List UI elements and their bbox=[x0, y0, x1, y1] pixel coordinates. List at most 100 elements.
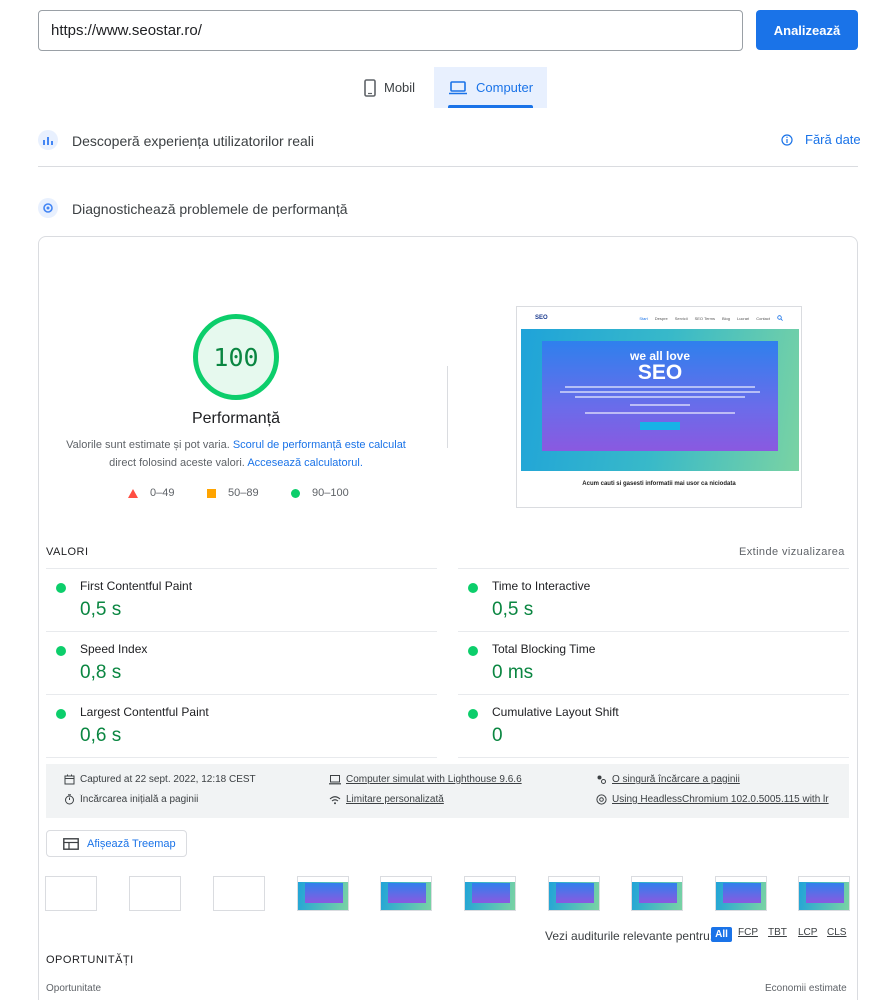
view-treemap-button[interactable]: Afișează Treemap bbox=[46, 830, 187, 857]
metric-label: First Contentful Paint bbox=[80, 579, 193, 593]
tab-desktop-label: Computer bbox=[476, 80, 534, 95]
calculator-link[interactable]: Accesează calculatorul. bbox=[247, 457, 363, 469]
single-page-load-label: O singură încărcare a paginii bbox=[612, 774, 740, 785]
metric-label: Total Blocking Time bbox=[492, 642, 596, 656]
network-throttling[interactable]: Limitare personalizată bbox=[329, 794, 589, 805]
preview-caption: Acum cauti si gasesti informatii mai uso… bbox=[582, 481, 736, 487]
pass-dot-icon bbox=[56, 646, 66, 656]
metric-label: Speed Index bbox=[80, 642, 148, 656]
metric-value: 0,6 s bbox=[80, 725, 122, 746]
legend-fail: 0–49 bbox=[128, 487, 174, 499]
pass-dot-icon bbox=[468, 709, 478, 719]
device-emulation[interactable]: Computer simulat with Lighthouse 9.6.6 bbox=[329, 774, 589, 785]
treemap-icon bbox=[63, 837, 79, 850]
preview-text-line bbox=[585, 412, 735, 414]
chrome-icon bbox=[596, 794, 607, 805]
preview-hero-button bbox=[640, 422, 680, 430]
url-input[interactable] bbox=[38, 10, 743, 51]
metric-label: Cumulative Layout Shift bbox=[492, 705, 619, 719]
filter-chip-cls[interactable]: CLS bbox=[827, 927, 846, 942]
filmstrip-frame bbox=[631, 876, 683, 911]
device-emulation-label: Computer simulat with Lighthouse 9.6.6 bbox=[346, 774, 522, 785]
captured-at-label: Captured at 22 sept. 2022, 12:18 CEST bbox=[80, 774, 256, 785]
opportunity-column-header: Oportunitate bbox=[46, 983, 102, 994]
metric-value: 0,5 s bbox=[80, 599, 122, 620]
preview-logo: SEO bbox=[535, 315, 548, 321]
legend-average-label: 50–89 bbox=[228, 487, 259, 499]
filmstrip-frame bbox=[715, 876, 767, 911]
tab-desktop[interactable]: Computer bbox=[434, 67, 547, 108]
preview-nav-item: Start bbox=[639, 315, 648, 321]
view-treemap-label: Afișează Treemap bbox=[87, 837, 176, 850]
pass-dot-icon bbox=[56, 583, 66, 593]
browser-info[interactable]: Using HeadlessChromium 102.0.5005.115 wi… bbox=[596, 794, 841, 805]
metric-tbt: Total Blocking Time 0 ms bbox=[458, 632, 849, 694]
performance-gauge[interactable]: 100 bbox=[193, 314, 279, 400]
estimated-savings-header: Economii estimate bbox=[765, 983, 847, 994]
preview-nav-item: Despre bbox=[654, 315, 668, 321]
pass-dot-icon bbox=[56, 709, 66, 719]
preview-nav: SEO Start Despre Servicii SEO Terms Blog… bbox=[517, 307, 801, 329]
initial-load: Încărcarea inițială a paginii bbox=[64, 794, 319, 805]
square-icon bbox=[207, 488, 216, 498]
desc-prefix: Valorile sunt estimate și pot varia. bbox=[66, 439, 233, 451]
legend-pass: 90–100 bbox=[291, 487, 349, 499]
preview-nav-item: Servicii bbox=[674, 315, 688, 321]
metric-label: Time to Interactive bbox=[492, 579, 591, 593]
expand-view-toggle[interactable]: Extinde vizualizarea bbox=[739, 546, 845, 558]
vertical-separator bbox=[447, 366, 448, 448]
performance-score: 100 bbox=[213, 342, 259, 372]
filmstrip-frame bbox=[297, 876, 349, 911]
field-data-icon bbox=[38, 130, 58, 150]
audit-filter-label: Vezi auditurile relevante pentru: bbox=[545, 929, 714, 943]
final-screenshot[interactable]: SEO Start Despre Servicii SEO Terms Blog… bbox=[516, 306, 802, 508]
metric-lcp: Largest Contentful Paint 0,6 s bbox=[46, 695, 437, 757]
search-icon bbox=[777, 315, 783, 321]
score-calculated-link[interactable]: Scorul de performanță este calculat bbox=[233, 439, 406, 451]
section-divider bbox=[38, 166, 858, 167]
opportunities-title: OPORTUNITĂȚI bbox=[46, 954, 134, 966]
filmstrip-frame bbox=[213, 876, 265, 911]
metric-si: Speed Index 0,8 s bbox=[46, 632, 437, 694]
diagnostics-icon bbox=[38, 198, 58, 218]
metric-value: 0 bbox=[492, 725, 503, 746]
legend-pass-label: 90–100 bbox=[312, 487, 349, 499]
metric-value: 0,5 s bbox=[492, 599, 534, 620]
filter-chip-lcp[interactable]: LCP bbox=[798, 927, 817, 942]
info-icon bbox=[781, 133, 793, 146]
pass-dot-icon bbox=[468, 583, 478, 593]
filmstrip-frame bbox=[45, 876, 97, 911]
tab-mobile[interactable]: Mobil bbox=[356, 67, 432, 108]
wifi-icon bbox=[329, 795, 341, 804]
performance-title: Performanță bbox=[191, 410, 281, 427]
single-page-load[interactable]: O singură încărcare a paginii bbox=[596, 774, 841, 785]
preview-text-line bbox=[575, 396, 745, 398]
no-data-label: Fără date bbox=[805, 132, 861, 147]
filmstrip-frame bbox=[548, 876, 600, 911]
filter-chip-tbt[interactable]: TBT bbox=[768, 927, 787, 942]
preview-hero-panel: we all love SEO bbox=[542, 341, 778, 451]
preview-nav-item: Contact bbox=[756, 315, 770, 321]
analyze-button[interactable]: Analizează bbox=[756, 10, 858, 50]
circle-icon bbox=[291, 488, 300, 498]
run-info-box bbox=[46, 764, 849, 818]
filmstrip-frame bbox=[380, 876, 432, 911]
field-data-title: Descoperă experiența utilizatorilor real… bbox=[72, 133, 315, 149]
laptop-icon bbox=[449, 80, 467, 94]
initial-load-label: Încărcarea inițială a paginii bbox=[80, 794, 199, 805]
metric-label: Largest Contentful Paint bbox=[80, 705, 209, 719]
network-throttling-label: Limitare personalizată bbox=[346, 794, 444, 805]
metric-tti: Time to Interactive 0,5 s bbox=[458, 569, 849, 631]
metric-value: 0 ms bbox=[492, 662, 534, 683]
filmstrip-frame bbox=[464, 876, 516, 911]
no-data-indicator[interactable]: Fără date bbox=[781, 132, 861, 147]
preview-text-line bbox=[630, 404, 690, 406]
preview-nav-item: Blog bbox=[721, 315, 730, 321]
filter-chip-fcp[interactable]: FCP bbox=[738, 927, 758, 942]
triangle-icon bbox=[128, 488, 138, 498]
filter-chip-all[interactable]: All bbox=[711, 927, 732, 942]
smartphone-icon bbox=[364, 78, 376, 97]
pass-dot-icon bbox=[468, 646, 478, 656]
people-icon bbox=[597, 775, 606, 784]
metric-value: 0,8 s bbox=[80, 662, 122, 683]
